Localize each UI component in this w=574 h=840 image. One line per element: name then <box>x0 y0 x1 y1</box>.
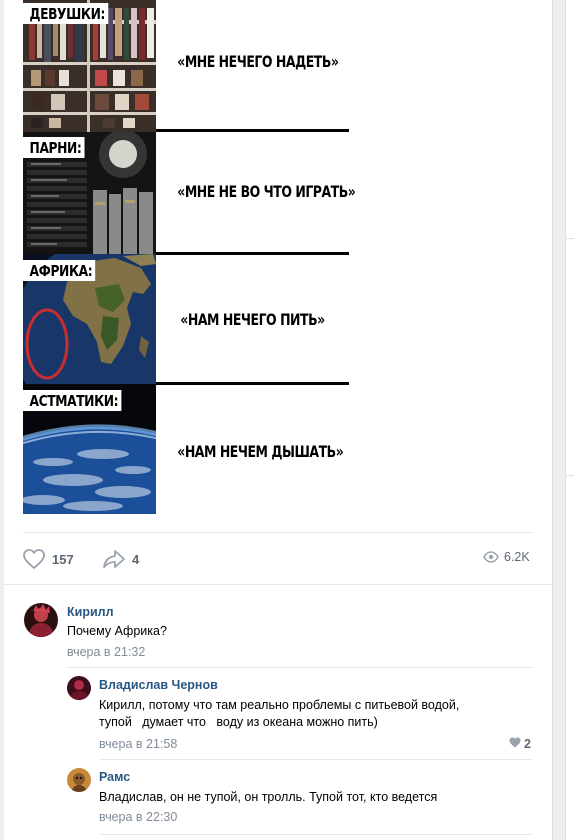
share-button[interactable]: 4 <box>102 548 139 570</box>
share-count: 4 <box>132 551 140 567</box>
share-arrow-icon <box>102 548 126 570</box>
meme-label-girls: ДЕВУШКИ: <box>23 3 109 24</box>
reply-divider <box>67 667 533 668</box>
views-counter: 6.2K <box>483 550 530 564</box>
views-count: 6.2K <box>504 550 530 564</box>
meme-image[interactable]: ДЕВУШКИ: «МНЕ НЕЧЕГО НАДЕТЬ» ПАРНИ: «МНЕ… <box>23 0 356 514</box>
heart-icon <box>509 737 521 751</box>
sidebar-edge <box>565 0 574 840</box>
sidebar-separator <box>566 238 574 239</box>
comments-divider <box>4 584 552 585</box>
comment-text: тупой думает что воду из океана можно пи… <box>99 715 378 729</box>
meme-panel-guys: ПАРНИ: «МНЕ НЕ ВО ЧТО ИГРАТЬ» <box>23 132 356 255</box>
like-count: 157 <box>52 551 74 567</box>
comment-text: Владислав, он не тупой, он тролль. Тупой… <box>99 790 438 804</box>
comment-time[interactable]: вчера в 21:32 <box>67 645 145 659</box>
comment-text: Кирилл, потому что там реально проблемы … <box>99 698 460 712</box>
meme-label-guys: ПАРНИ: <box>23 137 85 158</box>
comment-author[interactable]: Владислав Чернов <box>99 678 218 692</box>
meme-panel-asthmatics: АСТМАТИКИ: «НАМ НЕЧЕМ ДЫШАТЬ» <box>23 384 349 514</box>
meme-quote-guys: «МНЕ НЕ ВО ЧТО ИГРАТЬ» <box>177 182 356 201</box>
comment-like-count: 2 <box>524 737 531 751</box>
comment-author[interactable]: Кирилл <box>67 605 114 619</box>
eye-icon <box>483 551 499 563</box>
sidebar-separator <box>566 475 574 476</box>
comment-like-button[interactable]: 2 <box>509 737 531 751</box>
meme-panel-africa: АФРИКА: «НАМ НЕЧЕГО ПИТЬ» <box>23 254 349 385</box>
meme-label-asthmatics: АСТМАТИКИ: <box>23 390 122 411</box>
meme-quote-asthmatics: «НАМ НЕЧЕМ ДЫШАТЬ» <box>177 442 344 461</box>
heart-icon <box>22 548 46 570</box>
reply-divider <box>99 834 533 835</box>
action-bar-divider <box>23 532 533 533</box>
meme-quote-africa: «НАМ НЕЧЕГО ПИТЬ» <box>180 310 325 329</box>
avatar[interactable] <box>67 676 91 700</box>
comment-time[interactable]: вчера в 22:30 <box>99 810 177 824</box>
comment-text: Почему Африка? <box>67 624 167 638</box>
comment-author[interactable]: Рамс <box>99 770 130 784</box>
meme-quote-girls: «МНЕ НЕЧЕГО НАДЕТЬ» <box>177 52 339 71</box>
avatar[interactable] <box>67 768 91 792</box>
meme-label-africa: АФРИКА: <box>23 260 96 281</box>
comment-time[interactable]: вчера в 21:58 <box>99 737 177 751</box>
avatar[interactable] <box>24 603 58 637</box>
meme-panel-girls: ДЕВУШКИ: «МНЕ НЕЧЕГО НАДЕТЬ» <box>23 0 349 132</box>
like-button[interactable]: 157 <box>22 548 74 570</box>
reply-divider <box>99 759 533 760</box>
